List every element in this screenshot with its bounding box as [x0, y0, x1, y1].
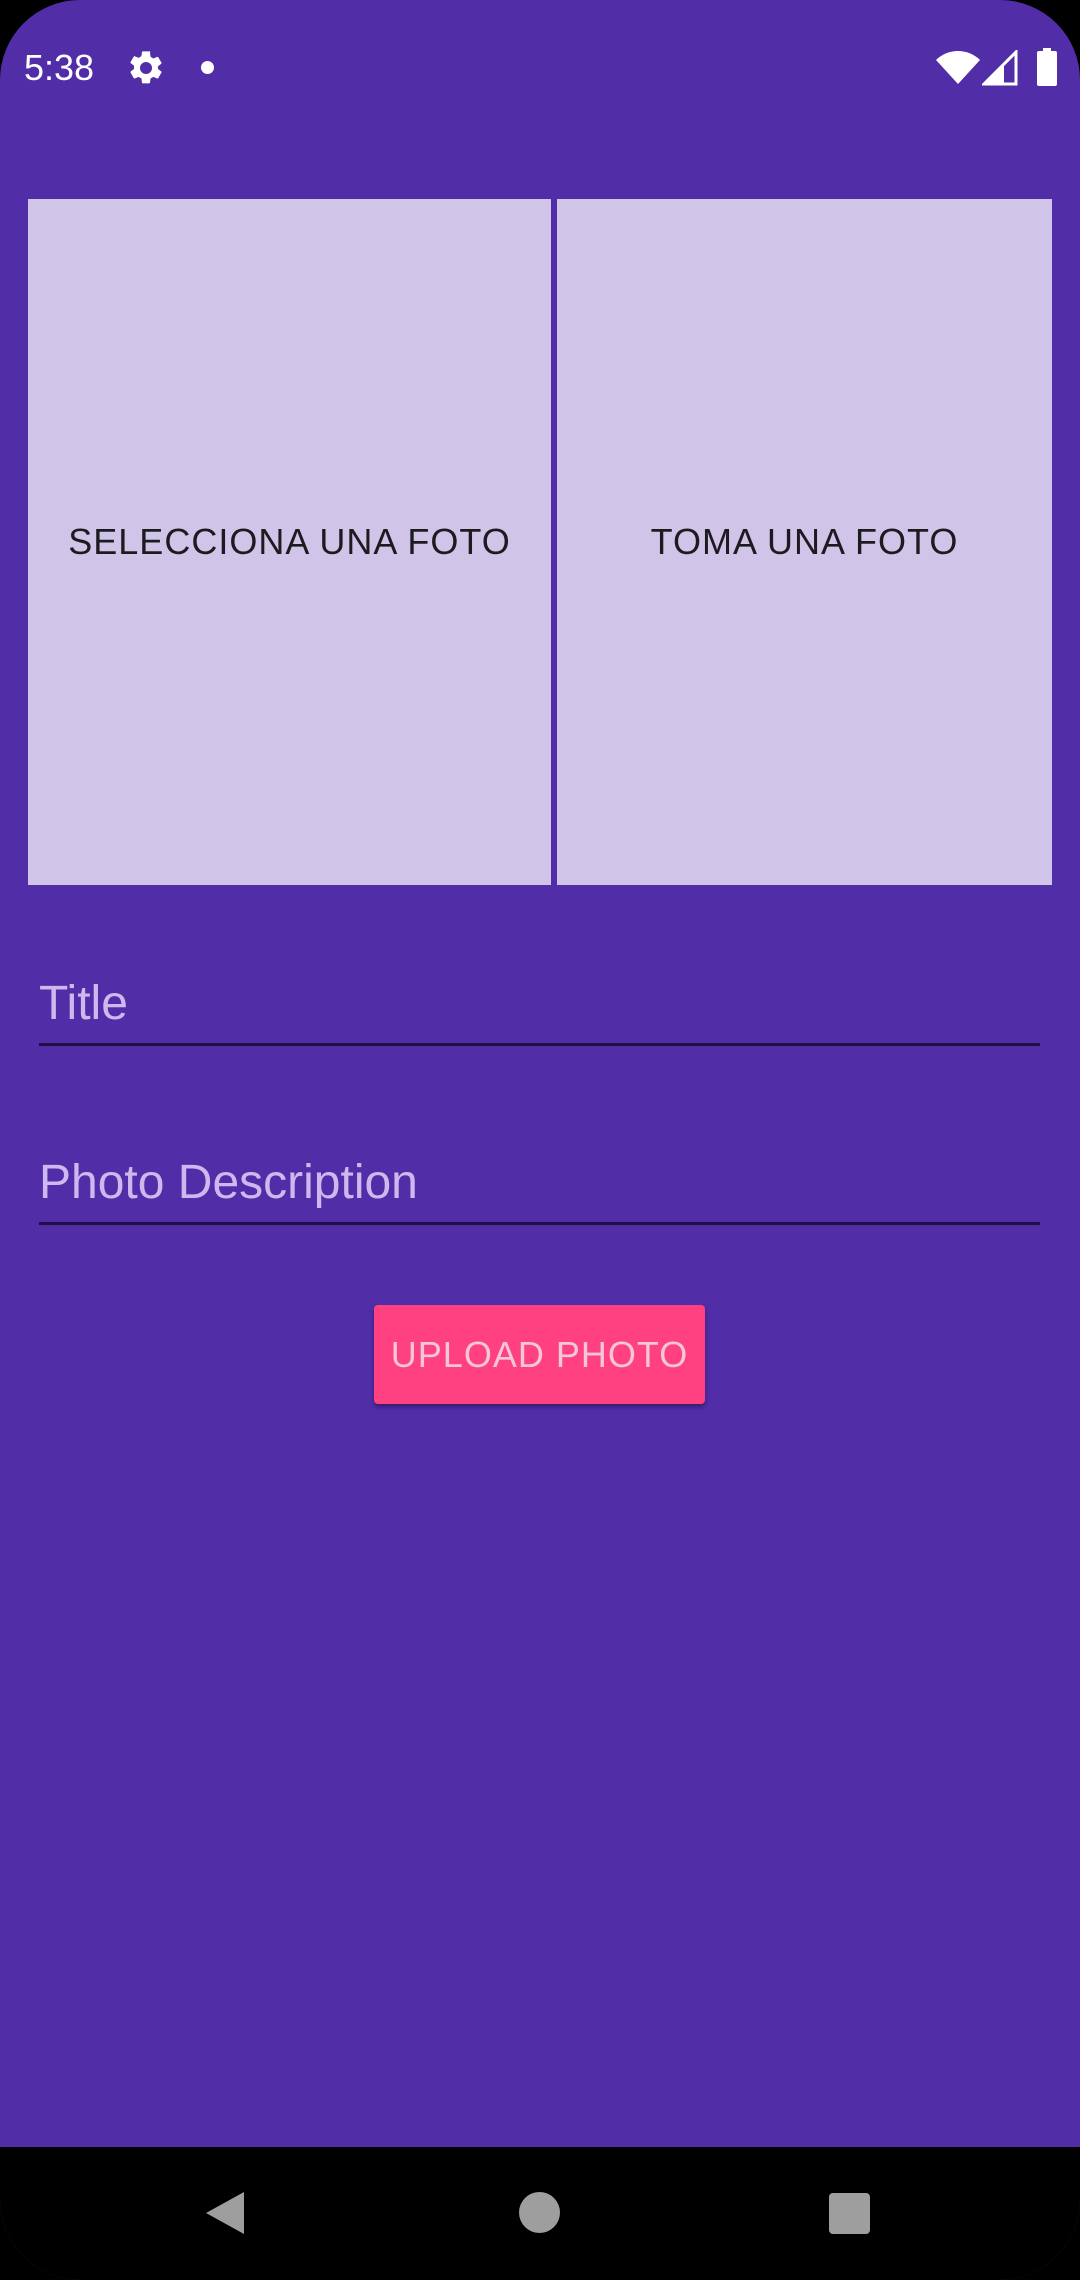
home-icon[interactable]: [519, 2192, 560, 2233]
select-photo-button[interactable]: SELECCIONA UNA FOTO: [28, 199, 551, 885]
cellular-signal-icon: [982, 50, 1018, 86]
title-field: [39, 963, 1040, 1046]
title-input[interactable]: [39, 963, 1040, 1043]
battery-icon: [1037, 48, 1057, 86]
notification-dot-icon: [201, 61, 214, 74]
upload-photo-button[interactable]: UPLOAD PHOTO: [374, 1305, 705, 1404]
description-input[interactable]: [39, 1142, 1040, 1222]
status-time: 5:38: [24, 47, 95, 88]
status-bar: 5:38: [0, 0, 1080, 140]
back-icon[interactable]: [204, 2190, 246, 2236]
wifi-icon: [936, 51, 980, 84]
navigation-bar: [0, 2147, 1080, 2280]
description-field: [39, 1142, 1040, 1225]
take-photo-button[interactable]: TOMA UNA FOTO: [557, 199, 1052, 885]
gear-icon: [130, 51, 162, 84]
recents-icon[interactable]: [829, 2193, 870, 2234]
app-screen: 5:38 SELECCIONA UNA FOTO TOMA UNA FOTO U…: [0, 0, 1080, 2280]
